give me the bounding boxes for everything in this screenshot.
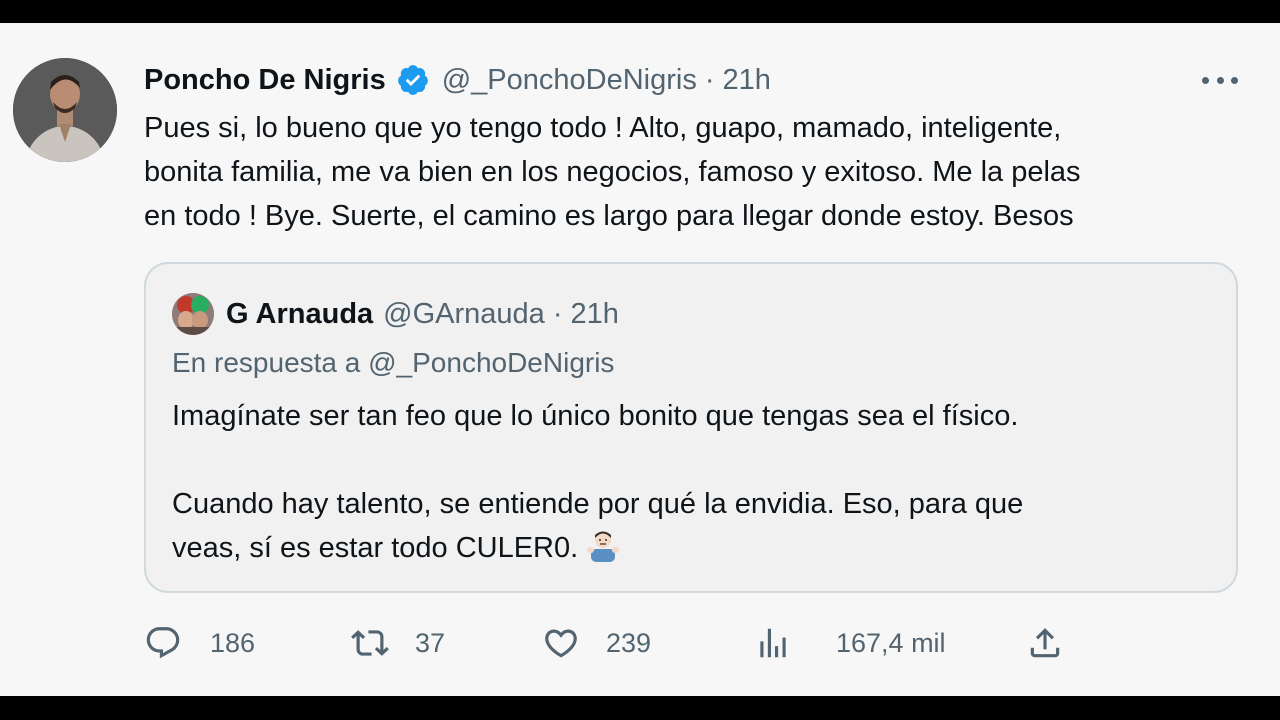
tweet-text-line: en todo ! Bye. Suerte, el camino es larg… [144,200,1074,232]
reply-context: En respuesta a @_PonchoDeNigris [172,347,615,378]
author-avatar[interactable] [13,58,117,162]
reply-button[interactable]: 186 [144,621,255,665]
quoted-paragraph-line: Cuando hay talento, se entiende por qué … [172,488,1024,520]
quoted-header-separator: · [552,297,563,330]
quoted-paragraph-line: veas, sí es estar todo CULER0. [172,526,1212,570]
tweet-timestamp[interactable]: 21h [722,64,770,97]
more-dot [1216,76,1224,84]
quoted-author-avatar [172,293,214,335]
tweet-text: Pues si, lo bueno que yo tengo todo ! Al… [144,106,1224,238]
more-dot [1202,76,1209,84]
quoted-timestamp[interactable]: 21h [570,298,618,331]
verified-badge-icon [396,63,430,97]
more-options-icon[interactable] [1202,73,1238,87]
tweet-text-line: bonita familia, me va bien en los negoci… [144,156,1081,188]
avatar-photo [13,58,117,162]
tweet-card: Poncho De Nigris @_PonchoDeNigris · 21h … [0,23,1280,696]
more-dot [1231,76,1238,84]
author-display-name[interactable]: Poncho De Nigris [144,64,386,97]
heart-icon [545,629,577,658]
reply-icon [146,627,180,659]
like-count: 239 [606,627,652,658]
views-count: 167,4 mil [836,627,946,658]
quoted-tweet-text: Imagínate ser tan feo que lo único bonit… [172,394,1212,570]
header-separator: · [704,63,715,96]
share-button[interactable] [1026,621,1064,665]
tweet-header: Poncho De Nigris @_PonchoDeNigris · 21h [144,60,771,100]
share-icon [1030,628,1060,658]
quoted-tweet[interactable]: G Arnauda @GArnauda · 21h En respuesta a… [144,262,1238,593]
tweet-actions-bar: 186 37 239 167,4 mil [144,621,1084,665]
quoted-author-handle[interactable]: @GArnauda [383,298,545,331]
quoted-author-display-name[interactable]: G Arnauda [226,298,373,331]
quoted-tweet-header: G Arnauda @GArnauda · 21h [172,292,619,336]
quoted-paragraph: Imagínate ser tan feo que lo único bonit… [172,400,1019,432]
author-handle[interactable]: @_PonchoDeNigris [442,64,697,97]
man-shrugging-emoji-icon [586,529,620,563]
retweet-icon [351,630,389,656]
views-chart-icon [760,628,786,658]
like-button[interactable]: 239 [542,621,651,665]
retweet-count: 37 [415,627,446,658]
quoted-paragraph-text: veas, sí es estar todo CULER0. [172,532,579,564]
views-button[interactable]: 167,4 mil [754,621,946,665]
tweet-text-line: Pues si, lo bueno que yo tengo todo ! Al… [144,112,1062,144]
retweet-button[interactable]: 37 [351,621,445,665]
reply-count: 186 [210,627,256,658]
